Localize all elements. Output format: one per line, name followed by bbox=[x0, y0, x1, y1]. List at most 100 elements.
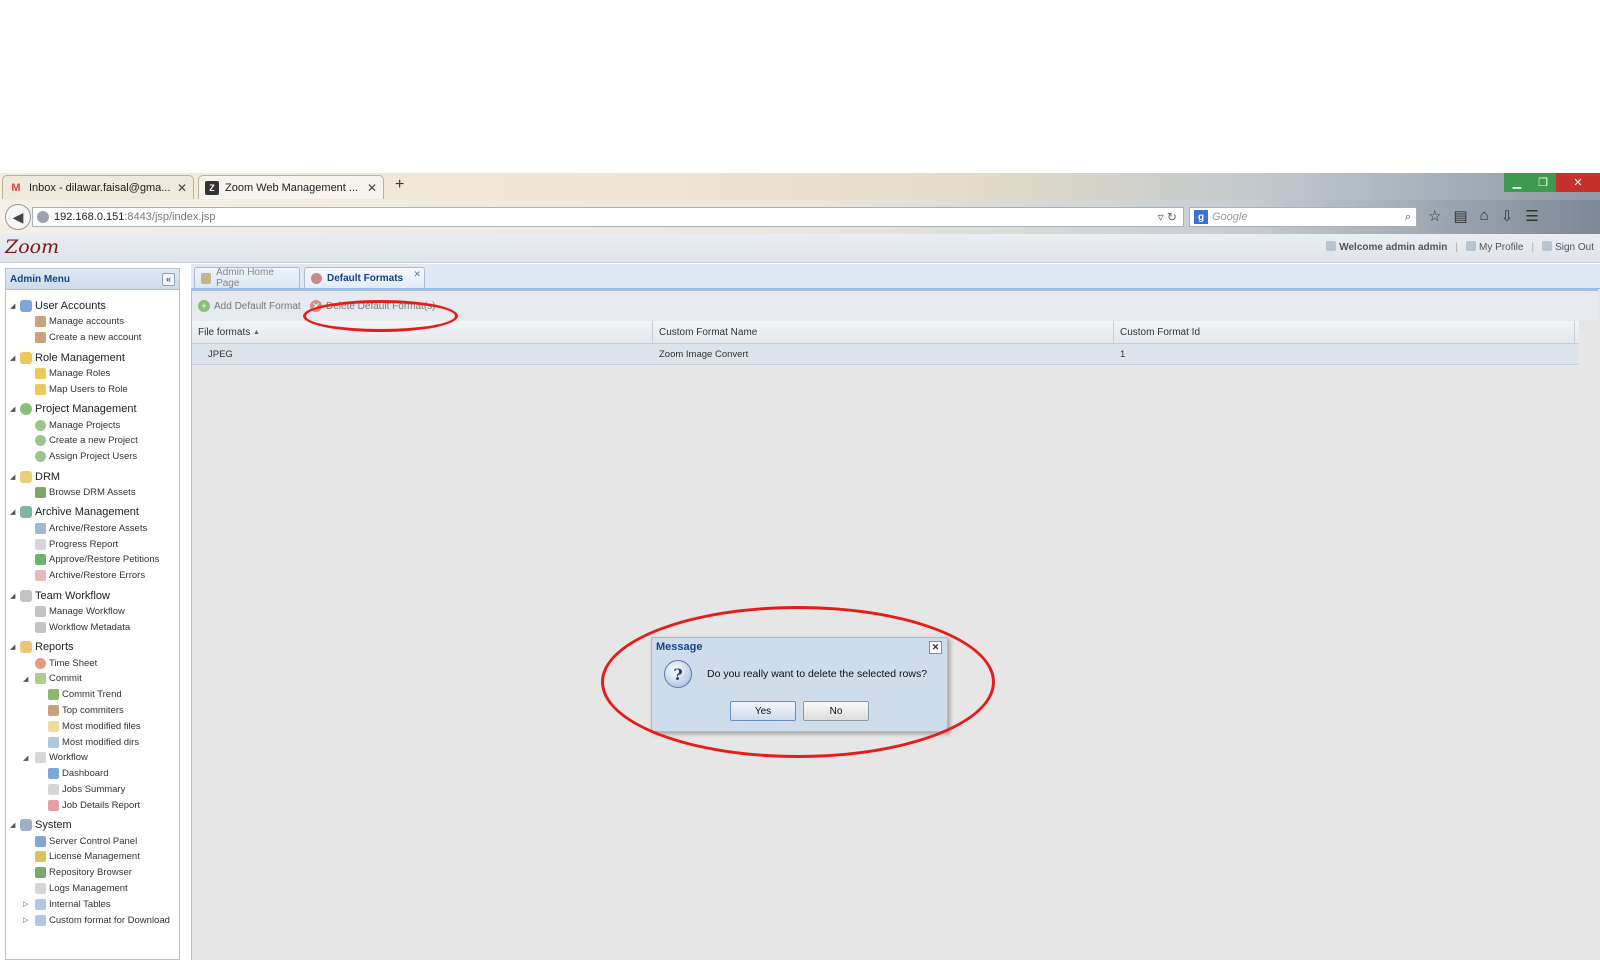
workflow-meta-icon bbox=[35, 621, 46, 633]
user-edit-icon bbox=[35, 316, 46, 328]
expand-arrow-icon[interactable]: ▷ bbox=[23, 900, 33, 908]
system-icon bbox=[20, 819, 32, 832]
expand-arrow-icon[interactable]: ◢ bbox=[10, 643, 18, 651]
menu-item-top-commiters[interactable]: Top commiters bbox=[6, 703, 179, 719]
expand-arrow-icon[interactable]: ◢ bbox=[10, 473, 18, 481]
browser-tab-zoom[interactable]: Z Zoom Web Management ... ✕ bbox=[198, 175, 384, 199]
url-path: :8443/jsp/index.jsp bbox=[124, 211, 216, 223]
expand-arrow-icon[interactable]: ▷ bbox=[23, 916, 33, 924]
search-icon[interactable]: ⌕ bbox=[1405, 211, 1411, 224]
menu-item-workflow-metadata[interactable]: Workflow Metadata bbox=[6, 619, 179, 635]
minimize-icon[interactable]: ▁ bbox=[1504, 173, 1530, 192]
expand-arrow-icon[interactable]: ◢ bbox=[23, 754, 33, 762]
workflow-icon bbox=[20, 589, 32, 602]
menu-icon[interactable]: ☰ bbox=[1525, 207, 1538, 225]
table-row[interactable]: JPEG Zoom Image Convert 1 bbox=[192, 344, 1579, 365]
expand-arrow-icon[interactable]: ◢ bbox=[10, 302, 18, 310]
menu-group-team-workflow[interactable]: ◢ Team Workflow bbox=[6, 588, 179, 604]
menu-item-manage-roles[interactable]: Manage Roles bbox=[6, 366, 179, 382]
menu-item-logs-management[interactable]: Logs Management bbox=[6, 881, 179, 897]
menu-subgroup-commit[interactable]: ◢ Commit bbox=[6, 671, 179, 687]
home-icon[interactable]: ⌂ bbox=[1480, 207, 1489, 225]
menu-item-archive-restore-assets[interactable]: Archive/Restore Assets bbox=[6, 520, 179, 536]
column-header-custom-format-name[interactable]: Custom Format Name bbox=[653, 321, 1114, 343]
close-icon[interactable]: ✕ bbox=[929, 641, 942, 654]
admin-menu-panel: Admin Menu « ◢ User Accounts Manage accou… bbox=[5, 268, 180, 960]
menu-group-drm[interactable]: ◢ DRM bbox=[6, 469, 179, 485]
maximize-icon[interactable]: ❐ bbox=[1530, 173, 1556, 192]
expand-arrow-icon[interactable]: ◢ bbox=[23, 675, 33, 683]
zoom-icon: Z bbox=[205, 180, 219, 195]
back-button[interactable]: ◀ bbox=[5, 204, 31, 230]
collapse-icon[interactable]: « bbox=[162, 273, 175, 286]
menu-group-reports[interactable]: ◢ Reports bbox=[6, 639, 179, 655]
menu-item-job-details-report[interactable]: Job Details Report bbox=[6, 797, 179, 813]
close-icon[interactable]: ✕ bbox=[177, 181, 187, 195]
no-button[interactable]: No bbox=[803, 701, 869, 721]
download-icon[interactable]: ⇩ bbox=[1501, 207, 1514, 225]
menu-item-manage-projects[interactable]: Manage Projects bbox=[6, 417, 179, 433]
browser-tab-gmail[interactable]: M Inbox - dilawar.faisal@gma... ✕ bbox=[2, 175, 194, 199]
menu-group-archive-management[interactable]: ◢ Archive Management bbox=[6, 504, 179, 520]
reload-icon[interactable]: ▿ ↻ bbox=[1158, 210, 1177, 224]
menu-item-repository-browser[interactable]: Repository Browser bbox=[6, 865, 179, 881]
delete-default-format-button[interactable]: ✕ Delete Default Format(s) bbox=[310, 300, 435, 312]
address-bar[interactable]: 192.168.0.151:8443/jsp/index.jsp ▿ ↻ bbox=[32, 207, 1184, 227]
menu-item-create-account[interactable]: Create a new account bbox=[6, 330, 179, 346]
browser-tab-strip: M Inbox - dilawar.faisal@gma... ✕ Z Zoom… bbox=[0, 173, 1600, 200]
menu-group-user-accounts[interactable]: ◢ User Accounts bbox=[6, 298, 179, 314]
menu-item-jobs-summary[interactable]: Jobs Summary bbox=[6, 782, 179, 798]
menu-item-create-project[interactable]: Create a new Project bbox=[6, 433, 179, 449]
menu-subgroup-workflow[interactable]: ◢ Workflow bbox=[6, 750, 179, 766]
menu-item-map-users[interactable]: Map Users to Role bbox=[6, 381, 179, 397]
menu-item-browse-drm[interactable]: Browse DRM Assets bbox=[6, 485, 179, 501]
menu-item-server-control-panel[interactable]: Server Control Panel bbox=[6, 833, 179, 849]
menu-group-role-management[interactable]: ◢ Role Management bbox=[6, 350, 179, 366]
expand-arrow-icon[interactable]: ◢ bbox=[10, 508, 18, 516]
menu-group-system[interactable]: ◢ System bbox=[6, 817, 179, 833]
menu-item-manage-accounts[interactable]: Manage accounts bbox=[6, 314, 179, 330]
my-profile-link[interactable]: My Profile bbox=[1466, 241, 1523, 253]
menu-item-license-management[interactable]: License Management bbox=[6, 849, 179, 865]
yes-button[interactable]: Yes bbox=[730, 701, 796, 721]
menu-item-most-modified-dirs[interactable]: Most modified dirs bbox=[6, 734, 179, 750]
menu-item-dashboard[interactable]: Dashboard bbox=[6, 766, 179, 782]
column-header-custom-format-id[interactable]: Custom Format Id bbox=[1114, 321, 1575, 343]
search-input[interactable]: g Google ⌕ bbox=[1189, 207, 1417, 227]
add-default-format-button[interactable]: + Add Default Format bbox=[198, 300, 301, 312]
menu-item-assign-project-users[interactable]: Assign Project Users bbox=[6, 449, 179, 465]
menu-item-custom-format-download[interactable]: ▷ Custom format for Download bbox=[6, 912, 179, 928]
tab-admin-home[interactable]: Admin Home Page bbox=[194, 267, 300, 289]
expand-arrow-icon[interactable]: ◢ bbox=[10, 821, 18, 829]
grid-toolbar: + Add Default Format ✕ Delete Default Fo… bbox=[192, 289, 1598, 321]
menu-item-progress-report[interactable]: Progress Report bbox=[6, 536, 179, 552]
tab-label: Admin Home Page bbox=[216, 267, 274, 289]
menu-item-manage-workflow[interactable]: Manage Workflow bbox=[6, 604, 179, 620]
new-tab-button[interactable]: + bbox=[395, 176, 404, 194]
menu-item-approve-petitions[interactable]: Approve/Restore Petitions bbox=[6, 552, 179, 568]
menu-item-commit-trend[interactable]: Commit Trend bbox=[6, 687, 179, 703]
cell-custom-format-name: Zoom Image Convert bbox=[659, 348, 749, 360]
sign-out-link[interactable]: Sign Out bbox=[1542, 241, 1594, 253]
tab-default-formats[interactable]: Default Formats ✕ bbox=[304, 267, 425, 288]
welcome-text: Welcome admin admin bbox=[1326, 241, 1447, 253]
menu-item-time-sheet[interactable]: Time Sheet bbox=[6, 655, 179, 671]
menu-item-archive-errors[interactable]: Archive/Restore Errors bbox=[6, 568, 179, 584]
close-window-icon[interactable]: ✕ bbox=[1556, 173, 1600, 192]
workflow-report-icon bbox=[35, 752, 46, 764]
close-icon[interactable]: ✕ bbox=[367, 181, 377, 195]
users-icon bbox=[20, 300, 32, 312]
browser-tab-label: Inbox - dilawar.faisal@gma... bbox=[29, 181, 171, 194]
logs-icon bbox=[35, 882, 46, 894]
close-tab-icon[interactable]: ✕ bbox=[413, 269, 421, 280]
bookmarks-list-icon[interactable]: ▤ bbox=[1453, 207, 1467, 225]
column-header-file-formats[interactable]: File formats ▲ bbox=[192, 321, 653, 343]
expand-arrow-icon[interactable]: ◢ bbox=[10, 405, 18, 413]
expand-arrow-icon[interactable]: ◢ bbox=[10, 592, 18, 600]
menu-group-project-management[interactable]: ◢ Project Management bbox=[6, 401, 179, 417]
expand-arrow-icon[interactable]: ◢ bbox=[10, 354, 18, 362]
tab-label: Default Formats bbox=[327, 272, 404, 284]
bookmark-star-icon[interactable]: ☆ bbox=[1428, 207, 1441, 225]
menu-item-internal-tables[interactable]: ▷ Internal Tables bbox=[6, 896, 179, 912]
menu-item-most-modified-files[interactable]: Most modified files bbox=[6, 718, 179, 734]
